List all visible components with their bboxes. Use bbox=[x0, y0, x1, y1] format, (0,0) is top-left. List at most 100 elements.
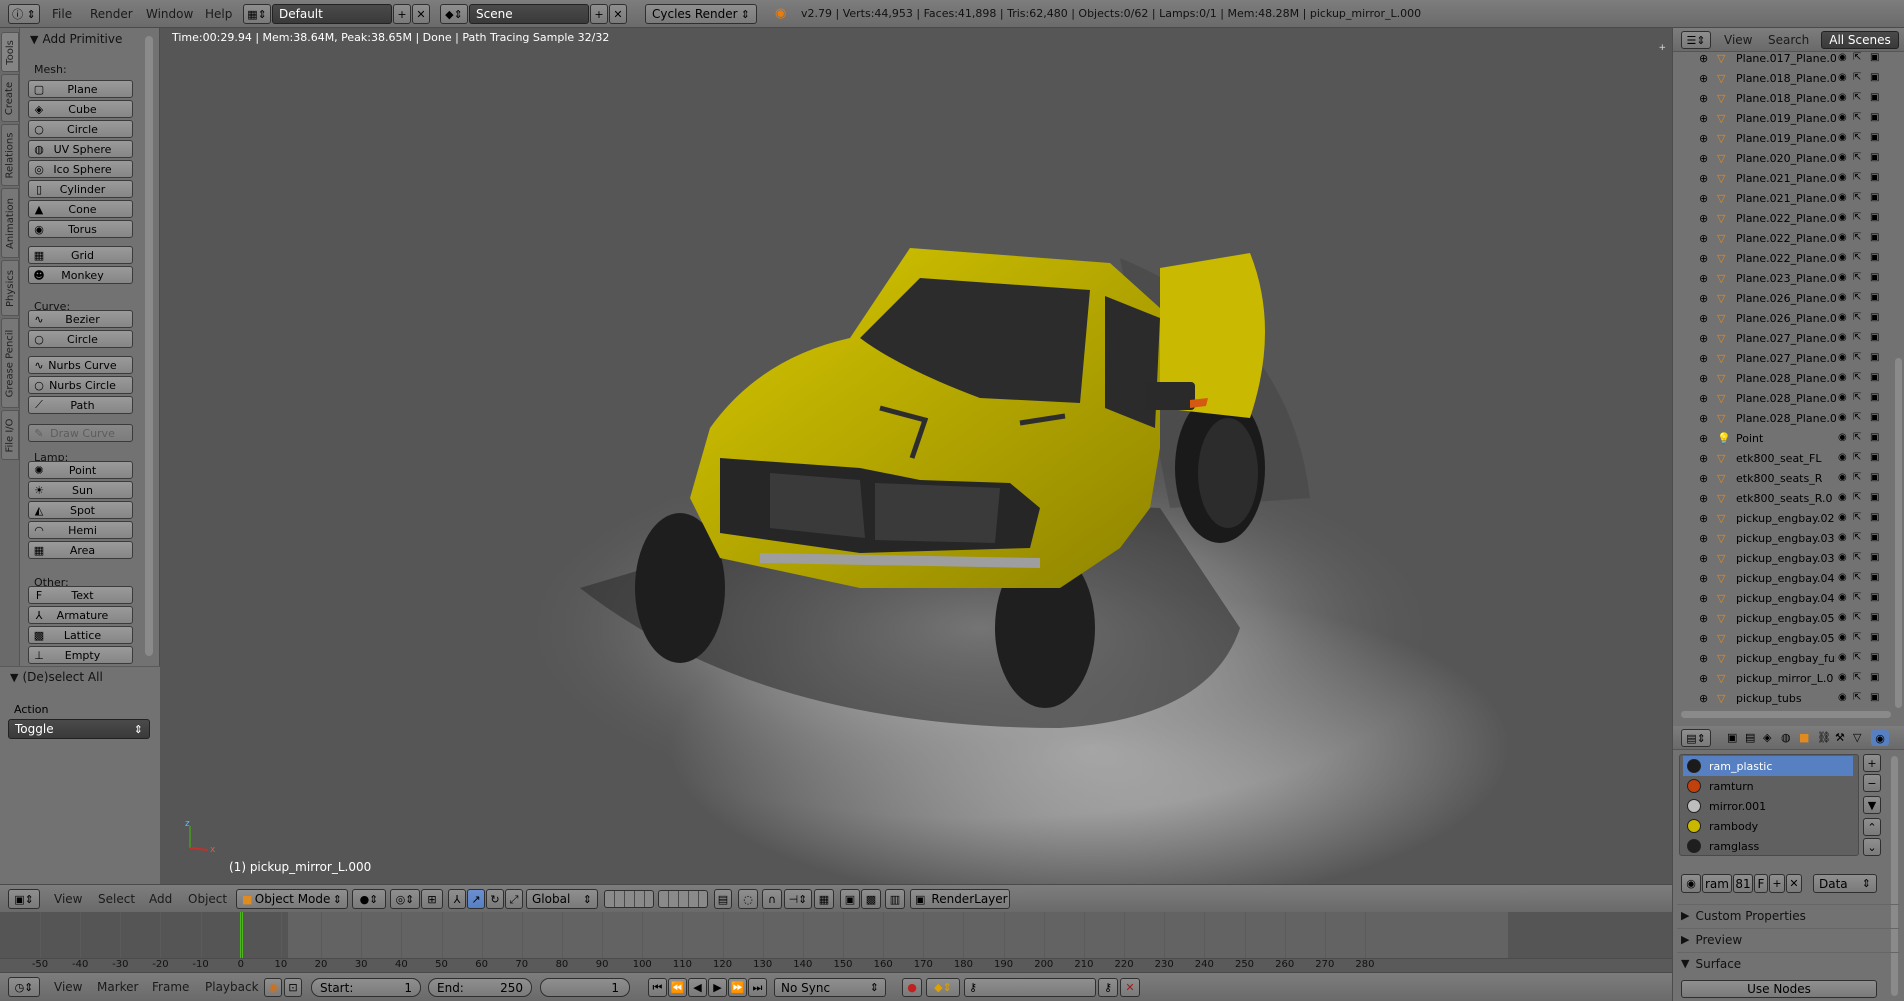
slot-specials-button[interactable]: ▼ bbox=[1863, 796, 1881, 814]
prev-keyframe-button[interactable]: ⏪ bbox=[668, 978, 687, 997]
outliner-item-name[interactable]: Plane.027_Plane.0 bbox=[1736, 332, 1836, 345]
render-layer-select[interactable]: ▣ RenderLayer bbox=[910, 889, 1010, 909]
expand-icon[interactable]: ⊕ bbox=[1699, 513, 1708, 524]
expand-icon[interactable]: ⊕ bbox=[1699, 433, 1708, 444]
layers-tab-icon[interactable]: ▤ bbox=[1745, 732, 1755, 743]
outliner-row[interactable]: ⊕ ▽ etk800_seats_R ◉ ⇱ ▣ bbox=[1673, 468, 1897, 488]
insert-keyframe-button[interactable]: ⚷ bbox=[1098, 978, 1118, 997]
add-cylinder-button[interactable]: ▯ Cylinder bbox=[28, 180, 133, 198]
outliner-item-name[interactable]: pickup_mirror_L.0 bbox=[1736, 672, 1836, 685]
rotate-button[interactable]: ↻ bbox=[486, 889, 504, 909]
eye-icon[interactable]: ◉ bbox=[1838, 53, 1847, 63]
render-camera-icon[interactable]: ▣ bbox=[1870, 653, 1879, 663]
lock-range-button[interactable]: ⊡ bbox=[284, 978, 302, 997]
outliner-row[interactable]: ⊕ ▽ Plane.021_Plane.0 ◉ ⇱ ▣ bbox=[1673, 168, 1897, 188]
outliner-row[interactable]: ⊕ ▽ Plane.019_Plane.0 ◉ ⇱ ▣ bbox=[1673, 128, 1897, 148]
eye-icon[interactable]: ◉ bbox=[1838, 693, 1847, 703]
eye-icon[interactable]: ◉ bbox=[1838, 633, 1847, 643]
remove-slot-button[interactable]: − bbox=[1863, 774, 1881, 792]
orientation-select[interactable]: Global ⇕ bbox=[526, 889, 598, 909]
select-cursor-icon[interactable]: ⇱ bbox=[1853, 373, 1861, 383]
outliner-row[interactable]: ⊕ ▽ pickup_engbay.05 ◉ ⇱ ▣ bbox=[1673, 628, 1897, 648]
object-tab-icon[interactable]: ■ bbox=[1799, 732, 1809, 743]
pivot-select[interactable]: ◎⇕ bbox=[390, 889, 420, 909]
outliner-item-name[interactable]: Plane.018_Plane.0 bbox=[1736, 92, 1836, 105]
expand-icon[interactable]: ⊕ bbox=[1699, 193, 1708, 204]
outliner-item-name[interactable]: pickup_engbay.03 bbox=[1736, 532, 1836, 545]
expand-icon[interactable]: ⊕ bbox=[1699, 133, 1708, 144]
custom-properties-panel[interactable]: ▶ Custom Properties bbox=[1677, 904, 1899, 926]
eye-icon[interactable]: ◉ bbox=[1838, 513, 1847, 523]
outliner-row[interactable]: ⊕ ▽ Plane.023_Plane.0 ◉ ⇱ ▣ bbox=[1673, 268, 1897, 288]
select-cursor-icon[interactable]: ⇱ bbox=[1853, 613, 1861, 623]
sync-mode-select[interactable]: No Sync ⇕ bbox=[774, 978, 886, 997]
tab-animation[interactable]: Animation bbox=[1, 188, 19, 258]
select-cursor-icon[interactable]: ⇱ bbox=[1853, 493, 1861, 503]
render-camera-icon[interactable]: ▣ bbox=[1870, 93, 1879, 103]
select-cursor-icon[interactable]: ⇱ bbox=[1853, 193, 1861, 203]
add-sun-button[interactable]: ☀ Sun bbox=[28, 481, 133, 499]
toolshelf-scrollbar[interactable] bbox=[145, 36, 153, 656]
world-tab-icon[interactable]: ◍ bbox=[1781, 732, 1791, 743]
eye-icon[interactable]: ◉ bbox=[1838, 393, 1847, 403]
material-slot[interactable]: mirror.001 bbox=[1683, 796, 1853, 816]
add-text-button[interactable]: F Text bbox=[28, 586, 133, 604]
outliner-item-name[interactable]: etk800_seats_R.0 bbox=[1736, 492, 1836, 505]
render-camera-icon[interactable]: ▣ bbox=[1870, 273, 1879, 283]
outliner-row[interactable]: ⊕ ▽ Plane.022_Plane.0 ◉ ⇱ ▣ bbox=[1673, 248, 1897, 268]
outliner-editor-type-button[interactable]: ☰⇕ bbox=[1681, 31, 1711, 49]
render-camera-icon[interactable]: ▣ bbox=[1870, 153, 1879, 163]
translate-manipulator-button[interactable]: ⅄ bbox=[448, 889, 466, 909]
tab-physics[interactable]: Physics bbox=[1, 260, 19, 316]
keying-set-field[interactable]: ⚷ bbox=[964, 978, 1096, 997]
outliner-item-name[interactable]: pickup_engbay.05 bbox=[1736, 612, 1836, 625]
add-path-button[interactable]: ⟋ Path bbox=[28, 396, 133, 414]
timeline-view-menu[interactable]: View bbox=[54, 973, 82, 1001]
proportional-edit-button[interactable]: ◌ bbox=[738, 889, 758, 909]
outliner-hscrollbar[interactable] bbox=[1681, 711, 1891, 718]
eye-icon[interactable]: ◉ bbox=[1838, 193, 1847, 203]
scene-remove-button[interactable]: ✕ bbox=[609, 4, 627, 24]
render-camera-icon[interactable]: ▣ bbox=[1870, 553, 1879, 563]
outliner-row[interactable]: ⊕ ▽ pickup_engbay.02 ◉ ⇱ ▣ bbox=[1673, 508, 1897, 528]
opengl-render-button[interactable]: ▣ bbox=[840, 889, 860, 909]
eye-icon[interactable]: ◉ bbox=[1838, 273, 1847, 283]
select-cursor-icon[interactable]: ⇱ bbox=[1853, 573, 1861, 583]
outliner-item-name[interactable]: Point bbox=[1736, 432, 1836, 445]
tab-create[interactable]: Create bbox=[1, 74, 19, 122]
layers-group-1[interactable] bbox=[604, 890, 654, 908]
outliner-item-name[interactable]: Plane.020_Plane.0 bbox=[1736, 152, 1836, 165]
fake-user-button[interactable]: F bbox=[1754, 874, 1768, 893]
select-cursor-icon[interactable]: ⇱ bbox=[1853, 533, 1861, 543]
material-slot[interactable]: ramturn bbox=[1683, 776, 1853, 796]
render-camera-icon[interactable]: ▣ bbox=[1870, 373, 1879, 383]
eye-icon[interactable]: ◉ bbox=[1838, 373, 1847, 383]
outliner-item-name[interactable]: Plane.019_Plane.0 bbox=[1736, 132, 1836, 145]
eye-icon[interactable]: ◉ bbox=[1838, 573, 1847, 583]
viewport-corner-plus-icon[interactable]: + bbox=[1658, 43, 1666, 53]
add-menu[interactable]: Add bbox=[149, 885, 172, 913]
select-cursor-icon[interactable]: ⇱ bbox=[1853, 473, 1861, 483]
data-tab-icon[interactable]: ▽ bbox=[1853, 732, 1861, 743]
expand-icon[interactable]: ⊕ bbox=[1699, 493, 1708, 504]
select-cursor-icon[interactable]: ⇱ bbox=[1853, 293, 1861, 303]
render-engine-select[interactable]: Cycles Render ⇕ bbox=[645, 4, 757, 24]
eye-icon[interactable]: ◉ bbox=[1838, 493, 1847, 503]
expand-icon[interactable]: ⊕ bbox=[1699, 533, 1708, 544]
scene-add-button[interactable]: + bbox=[590, 4, 608, 24]
expand-icon[interactable]: ⊕ bbox=[1699, 453, 1708, 464]
tab-tools[interactable]: Tools bbox=[1, 32, 19, 72]
add-spot-button[interactable]: ◭ Spot bbox=[28, 501, 133, 519]
scene-tab-icon[interactable]: ◈ bbox=[1763, 732, 1771, 743]
outliner-item-name[interactable]: pickup_engbay.05 bbox=[1736, 632, 1836, 645]
layers-group-2[interactable] bbox=[658, 890, 708, 908]
expand-icon[interactable]: ⊕ bbox=[1699, 253, 1708, 264]
menu-render[interactable]: Render bbox=[90, 0, 133, 28]
outliner-item-name[interactable]: pickup_engbay.03 bbox=[1736, 552, 1836, 565]
select-cursor-icon[interactable]: ⇱ bbox=[1853, 673, 1861, 683]
add-cone-button[interactable]: ▲ Cone bbox=[28, 200, 133, 218]
eye-icon[interactable]: ◉ bbox=[1838, 333, 1847, 343]
outliner-item-name[interactable]: Plane.023_Plane.0 bbox=[1736, 272, 1836, 285]
outliner-item-name[interactable]: Plane.028_Plane.0 bbox=[1736, 372, 1836, 385]
add-hemi-button[interactable]: ◠ Hemi bbox=[28, 521, 133, 539]
